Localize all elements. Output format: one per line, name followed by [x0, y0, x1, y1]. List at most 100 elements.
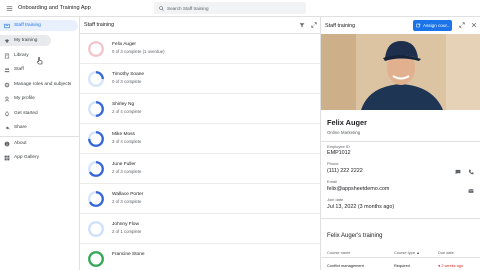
list-item[interactable]: Wallace Porter 2 of 3 complete [80, 184, 320, 214]
sidebar-item-label: Staff training [14, 23, 41, 28]
expand-icon[interactable] [459, 22, 465, 28]
sidebar-item-share[interactable]: Share [0, 122, 80, 133]
people-icon [4, 67, 10, 72]
filter-icon[interactable] [299, 22, 305, 28]
phone-label: Phone [327, 161, 339, 166]
sidebar-item-app-gallery[interactable]: App Gallery [0, 152, 80, 163]
person-icon [4, 96, 10, 102]
progress-ring [88, 161, 104, 177]
menu-button[interactable] [2, 0, 16, 17]
progress-ring [88, 221, 104, 237]
divider [321, 141, 480, 142]
column-header-course-name[interactable]: Course name [327, 250, 350, 255]
share-icon [5, 125, 10, 130]
list-item[interactable]: Timothy Soane 0 of 3 complete [80, 64, 320, 94]
app-bar: Onboarding and Training App [0, 0, 480, 17]
expand-icon[interactable] [311, 22, 317, 28]
course-name-cell[interactable]: Conflict management [327, 263, 364, 268]
join-date-label: Join date [327, 197, 344, 202]
progress-ring [88, 251, 104, 267]
message-icon[interactable] [455, 169, 461, 175]
sidebar-item-staff[interactable]: Staff [0, 64, 80, 75]
list-header: Staff training [80, 17, 320, 34]
assign-course-button[interactable]: Assign cour... [413, 20, 452, 31]
phone-value[interactable]: (111) 222 2222 [327, 168, 363, 174]
training-status: 2 of 3 complete [112, 169, 142, 174]
employee-id-value: EMP1012 [327, 150, 351, 156]
sidebar-item-label: Manage roles and subjects [14, 82, 72, 87]
warning-icon: ● [438, 263, 441, 268]
column-header-course-type[interactable]: Course type ▲ [394, 250, 420, 255]
employee-name: Felix Auger [327, 118, 367, 127]
info-icon [4, 141, 10, 146]
assign-course-label: Assign cour... [423, 23, 451, 28]
list-item[interactable]: Shirley Ng 2 of 4 complete [80, 94, 320, 124]
list-item[interactable]: June Fuller 2 of 3 complete [80, 154, 320, 184]
sort-arrow-icon: ▲ [416, 250, 420, 255]
sidebar-item-label: Get started [14, 111, 38, 116]
settings-icon [4, 82, 10, 87]
sidebar-item-about[interactable]: About [0, 138, 80, 149]
training-status: 2 of 4 complete [112, 109, 142, 114]
phone-icon[interactable] [468, 169, 474, 175]
sidebar-item-my-profile[interactable]: My profile [0, 93, 80, 104]
column-header-due-date[interactable]: Due date [438, 250, 454, 255]
staff-name: Shirley Ng [112, 102, 135, 107]
email-icon[interactable] [468, 188, 474, 194]
list-item[interactable]: Felix Auger 0 of 3 complete (1 overdue) [80, 34, 320, 64]
detail-header: Staff training Assign cour... [321, 17, 480, 34]
sidebar: Staff training My training Library Staff… [0, 17, 80, 270]
school-icon [4, 38, 10, 42]
staff-name: Johnny Flow [112, 222, 139, 227]
list-item[interactable]: Francine Stone [80, 244, 320, 270]
progress-ring [88, 41, 104, 57]
employee-role: Online Marketing [327, 130, 361, 135]
due-date-value: 2 weeks ago [441, 263, 464, 268]
sidebar-item-staff-training[interactable]: Staff training [0, 20, 78, 31]
course-type-cell: Required [394, 263, 410, 268]
due-date-cell: ● 2 weeks ago [438, 263, 463, 268]
search-icon [159, 5, 164, 11]
divider [321, 257, 480, 258]
sidebar-item-manage-roles[interactable]: Manage roles and subjects [0, 79, 80, 90]
training-status: 2 of 3 complete [112, 199, 142, 204]
staff-name: Felix Auger [112, 42, 136, 47]
staff-name: Timothy Soane [112, 72, 145, 77]
rocket-icon [5, 110, 9, 117]
grid-icon [4, 155, 10, 160]
staff-list-panel: Staff training Felix Auger 0 of 3 complet… [80, 17, 320, 270]
sidebar-item-label: My training [14, 38, 38, 43]
progress-ring [88, 101, 104, 117]
detail-title: Staff training [325, 22, 356, 29]
join-date-value: Jul 13, 2022 (3 months ago) [327, 204, 395, 210]
search-bar[interactable] [154, 2, 306, 14]
staff-name: Francine Stone [112, 252, 145, 257]
detail-panel: Staff training Assign cour... Felix Auge… [320, 17, 480, 270]
menu-icon [6, 5, 12, 11]
email-label: Email [327, 179, 338, 184]
app-title: Onboarding and Training App [18, 5, 91, 11]
list-item[interactable]: Johnny Flow 2 of 1 complete [80, 214, 320, 244]
sidebar-item-label: About [14, 141, 27, 146]
training-status: 2 of 1 complete [112, 229, 142, 234]
training-status: 0 of 3 complete (1 overdue) [112, 49, 165, 54]
staff-name: Wallace Porter [112, 192, 144, 197]
sidebar-item-get-started[interactable]: Get started [0, 108, 80, 119]
close-icon[interactable] [471, 22, 477, 28]
email-value[interactable]: felix@appsheetdemo.com [327, 186, 389, 192]
divider [321, 218, 480, 219]
list-item[interactable]: Mike Moss 3 of 4 complete [80, 124, 320, 154]
sidebar-item-label: My profile [14, 96, 35, 101]
column-header-label: Course type [394, 250, 415, 255]
progress-ring [88, 191, 104, 207]
staff-name: June Fuller [112, 162, 136, 167]
sidebar-item-label: Library [14, 53, 29, 58]
training-icon [4, 23, 10, 28]
search-input[interactable] [167, 5, 297, 11]
employee-id-label: Employee ID [327, 144, 350, 149]
sidebar-item-my-training[interactable]: My training [0, 35, 51, 46]
training-section-title: Felix Auger's training [327, 233, 383, 239]
training-status: 0 of 3 complete [112, 79, 142, 84]
profile-photo [321, 34, 480, 110]
assign-icon [416, 23, 421, 28]
